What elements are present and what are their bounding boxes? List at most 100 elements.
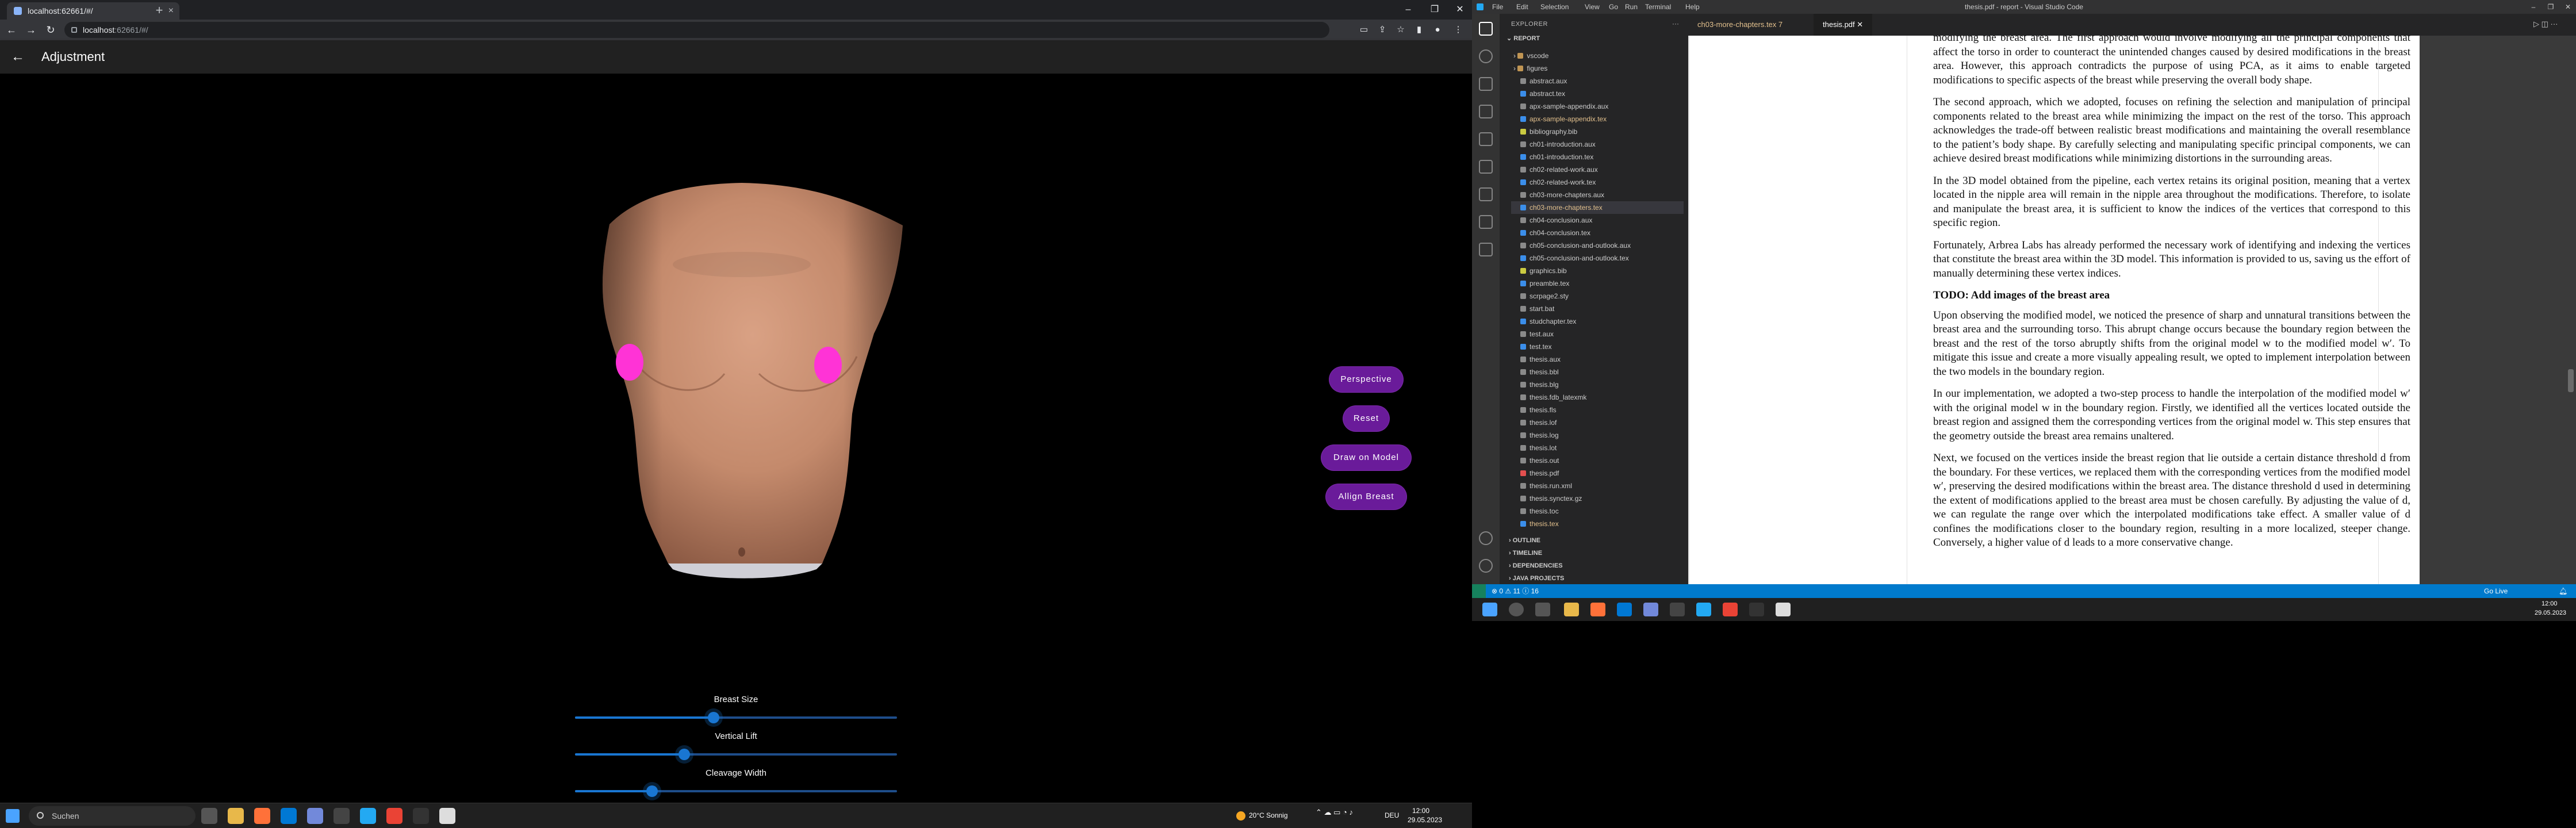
file-item[interactable]: thesis.toc	[1520, 505, 1559, 518]
arrow-back-icon[interactable]: ←	[8, 47, 28, 67]
remote-indicator-icon[interactable]	[1472, 584, 1486, 598]
file-item[interactable]: studchapter.tex	[1520, 315, 1576, 328]
breast-size-slider[interactable]	[575, 712, 897, 723]
file-item[interactable]: thesis.fls	[1520, 404, 1557, 416]
site-info-icon[interactable]	[71, 27, 77, 33]
file-item[interactable]: apx-sample-appendix.tex	[1520, 113, 1607, 125]
clock-date[interactable]: 29.05.2023	[1408, 816, 1442, 824]
reset-button[interactable]: Reset	[1343, 406, 1389, 431]
file-item[interactable]: ch03-more-chapters.aux	[1520, 189, 1604, 201]
vertical-lift-slider[interactable]	[575, 749, 897, 760]
menu-kebab-icon[interactable]: ⋮	[1451, 23, 1465, 37]
profile-icon[interactable]: ●	[1431, 23, 1444, 37]
app-icon[interactable]	[1776, 603, 1791, 616]
file-item[interactable]: bibliography.bib	[1520, 125, 1577, 138]
folder-item[interactable]: › figures	[1513, 62, 1547, 75]
terminal-icon[interactable]	[1670, 603, 1685, 616]
file-item[interactable]: abstract.tex	[1520, 87, 1565, 100]
clock-time[interactable]: 12:00	[1412, 807, 1429, 815]
weather-text[interactable]: 20°C Sonnig	[1249, 811, 1288, 819]
vscode-icon[interactable]	[1696, 603, 1711, 616]
file-item[interactable]: ch05-conclusion-and-outlook.tex	[1520, 252, 1629, 264]
back-icon[interactable]: ←	[3, 22, 20, 38]
editor-actions-icon[interactable]: ▷ ◫ ···	[2533, 20, 2558, 29]
file-item[interactable]: thesis.blg	[1520, 378, 1559, 391]
vertical-scrollbar[interactable]	[2568, 369, 2574, 392]
firefox-icon[interactable]	[254, 808, 270, 824]
share-icon[interactable]: ⇪	[1375, 23, 1389, 37]
file-item[interactable]: ch04-conclusion.aux	[1520, 214, 1592, 227]
cast-icon[interactable]: ▭	[1357, 23, 1371, 37]
file-item[interactable]: thesis.aux	[1520, 353, 1561, 366]
terminal-icon[interactable]	[334, 808, 350, 824]
file-item[interactable]: ch02-related-work.aux	[1520, 163, 1598, 176]
file-item[interactable]: ch05-conclusion-and-outlook.aux	[1520, 239, 1631, 252]
app-icon[interactable]	[1749, 603, 1764, 616]
cleavage-width-slider[interactable]	[575, 785, 897, 797]
file-item[interactable]: thesis.fdb_latexmk	[1520, 391, 1586, 404]
discord-icon[interactable]	[1643, 603, 1658, 616]
file-item[interactable]: thesis.pdf	[1520, 467, 1559, 480]
tab-ch03-more-chapters[interactable]: ch03-more-chapters.tex 7	[1688, 14, 1792, 36]
file-item[interactable]: ch02-related-work.tex	[1520, 176, 1596, 189]
file-item[interactable]: apx-sample-appendix.aux	[1520, 100, 1608, 113]
tab-thesis-pdf[interactable]: thesis.pdf ✕	[1814, 14, 1873, 36]
draw-on-model-button[interactable]: Draw on Model	[1321, 445, 1411, 470]
minimize-icon[interactable]: –	[1395, 0, 1421, 20]
search-icon[interactable]	[1509, 603, 1524, 616]
sidebar-section-timeline[interactable]: › TIMELINE	[1509, 550, 1542, 557]
sidebar-section-outline[interactable]: › OUTLINE	[1509, 537, 1540, 544]
pdf-viewer[interactable]: modifying the breast area. The first app…	[1688, 36, 2576, 584]
file-explorer-icon[interactable]	[228, 808, 244, 824]
close-tab-icon[interactable]: ✕	[1857, 20, 1863, 29]
app-icon[interactable]	[413, 808, 429, 824]
sidebar-section-java-projects[interactable]: › JAVA PROJECTS	[1509, 575, 1564, 582]
clock-date[interactable]: 29.05.2023	[2535, 610, 2566, 616]
file-item[interactable]: test.tex	[1520, 340, 1552, 353]
account-icon[interactable]	[1479, 531, 1493, 545]
close-window-icon[interactable]: ✕	[1447, 0, 1473, 20]
maximize-icon[interactable]: ❐	[1421, 0, 1448, 20]
settings-gear-icon[interactable]	[1479, 559, 1493, 573]
reload-icon[interactable]: ↻	[43, 22, 59, 38]
firefox-icon[interactable]	[1590, 603, 1605, 616]
file-item[interactable]: ch01-introduction.tex	[1520, 151, 1593, 163]
perspective-button[interactable]: Perspective	[1329, 367, 1403, 392]
align-breast-button[interactable]: Allign Breast	[1326, 484, 1406, 509]
testing-icon[interactable]	[1479, 187, 1493, 201]
notifications-bell-icon[interactable]: 🔔︎	[2559, 584, 2567, 598]
start-icon[interactable]	[1482, 603, 1497, 616]
go-live-button[interactable]: Go Live	[2484, 584, 2508, 598]
new-tab-button[interactable]: +	[151, 2, 168, 20]
chrome-icon[interactable]	[1723, 603, 1738, 616]
more-actions-icon[interactable]: ···	[1672, 20, 1679, 28]
tex-icon[interactable]	[1479, 215, 1493, 229]
file-item[interactable]: thesis.run.xml	[1520, 480, 1572, 492]
outlook-icon[interactable]	[1617, 603, 1632, 616]
file-item[interactable]: ch04-conclusion.tex	[1520, 227, 1590, 239]
search-icon[interactable]	[1479, 49, 1493, 63]
remote-explorer-icon[interactable]	[1479, 160, 1493, 174]
tray-icons[interactable]: ⌃ ☁ ▭ ◔ ♪	[1316, 808, 1353, 817]
workspace-root[interactable]: ⌄ REPORT	[1506, 34, 1540, 42]
address-bar[interactable]: localhost:62661/#/	[64, 22, 1329, 38]
file-item[interactable]: thesis.synctex.gz	[1520, 492, 1582, 505]
file-item[interactable]: ch01-introduction.aux	[1520, 138, 1596, 151]
file-item[interactable]: preamble.tex	[1520, 277, 1569, 290]
close-tab-icon[interactable]: ×	[168, 2, 174, 20]
file-item[interactable]: thesis.lot	[1520, 442, 1557, 454]
bookmark-star-icon[interactable]: ☆	[1394, 23, 1408, 37]
forward-icon[interactable]: →	[23, 22, 39, 38]
language-indicator[interactable]: DEU	[1385, 811, 1399, 819]
maximize-icon[interactable]: ❐	[2543, 0, 2559, 14]
chrome-icon[interactable]	[386, 808, 402, 824]
timeline-icon[interactable]	[1479, 243, 1493, 256]
minimize-icon[interactable]: –	[2525, 0, 2542, 14]
file-item[interactable]: ch03-more-chapters.tex	[1511, 201, 1684, 214]
app-icon[interactable]	[439, 808, 455, 824]
torso-3d-model[interactable]	[569, 172, 914, 592]
folder-item[interactable]: › vscode	[1513, 49, 1548, 62]
file-item[interactable]: start.bat	[1520, 302, 1554, 315]
task-view-icon[interactable]	[1535, 603, 1550, 616]
extensions-icon[interactable]	[1479, 132, 1493, 146]
